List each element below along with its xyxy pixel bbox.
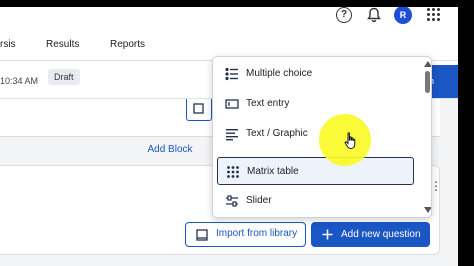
library-icon xyxy=(193,103,204,114)
avatar[interactable]: R xyxy=(394,7,412,24)
tab-reports[interactable]: Reports xyxy=(110,39,145,50)
matrix-icon xyxy=(227,166,239,178)
text-graphic-icon xyxy=(226,129,238,141)
hand-cursor-icon xyxy=(344,132,356,149)
slider-icon xyxy=(226,195,238,207)
menu-item-label: Matrix table xyxy=(247,166,299,177)
menu-item-label: Slider xyxy=(246,195,272,206)
plus-icon xyxy=(322,229,333,240)
block-import-button[interactable] xyxy=(186,99,212,121)
import-label: Import from library xyxy=(216,228,298,239)
saved-time: 10:34 AM xyxy=(0,76,39,86)
top-bar: ? R xyxy=(0,7,458,29)
menu-item-multiple-choice[interactable]: Multiple choice xyxy=(213,60,421,88)
help-icon[interactable]: ? xyxy=(336,7,352,23)
menu-item-label: Text entry xyxy=(246,98,290,109)
menu-item-text-entry[interactable]: Text entry xyxy=(213,90,421,118)
text-entry-icon xyxy=(225,99,239,109)
library-icon xyxy=(196,229,208,241)
bell-icon[interactable] xyxy=(366,7,382,23)
tab-results[interactable]: Results xyxy=(46,39,79,50)
tab-analysis[interactable]: rsis xyxy=(0,39,16,50)
app-window: ? R rsis Results Reports 10:34 AM Draft … xyxy=(0,7,458,266)
menu-item-label: Text / Graphic xyxy=(246,128,308,139)
add-new-question-button[interactable]: Add new question xyxy=(311,222,430,247)
menu-item-matrix-table[interactable]: Matrix table xyxy=(217,157,414,185)
menu-scrollbar[interactable] xyxy=(421,57,432,217)
add-question-label: Add new question xyxy=(341,229,421,240)
import-from-library-button[interactable]: Import from library xyxy=(185,222,306,247)
status-badge: Draft xyxy=(48,69,80,85)
scroll-up-icon[interactable] xyxy=(424,61,432,67)
scrollbar-thumb[interactable] xyxy=(425,71,430,93)
menu-item-label: Multiple choice xyxy=(246,68,313,79)
apps-grid-icon[interactable] xyxy=(427,8,441,22)
scroll-down-icon[interactable] xyxy=(424,207,432,213)
menu-item-text-graphic[interactable]: Text / Graphic xyxy=(213,120,421,148)
menu-item-slider[interactable]: Slider xyxy=(213,187,421,215)
multiple-choice-icon xyxy=(225,67,238,81)
